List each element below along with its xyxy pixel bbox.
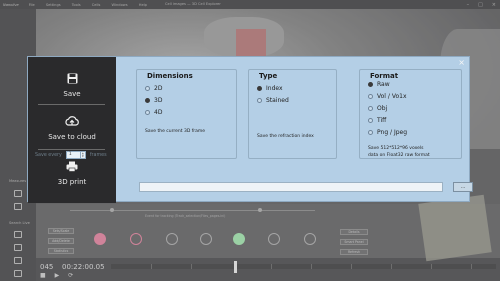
radio-4d[interactable]: 4D (145, 109, 162, 116)
type-title: Type (259, 72, 278, 80)
radio-index[interactable]: Index (257, 85, 283, 92)
save-every-label: Save every (35, 152, 62, 158)
3d-print-button[interactable]: 3D print (28, 161, 116, 186)
browse-button[interactable]: ... (453, 182, 473, 192)
format-note: Save 512*512*96 voxels data on Float32 ra… (368, 146, 430, 158)
save-path-input[interactable] (139, 182, 443, 192)
save-to-cloud-label: Save to cloud (48, 133, 96, 141)
radio-vol[interactable]: Vol / Vo1x (368, 93, 407, 100)
dimensions-group: Dimensions 2D 3D 4D Save the current 3D … (136, 69, 237, 159)
save-dialog: Save Save to cloud 3D print × Dimensions… (27, 56, 473, 203)
save-icon (28, 73, 116, 87)
save-every-stepper[interactable]: 1 ▲ ▼ (65, 151, 86, 159)
radio-png-jpeg[interactable]: Png / Jpeg (368, 129, 407, 136)
type-group: Type Index Stained Save the refraction i… (248, 69, 337, 159)
radio-obj[interactable]: Obj (368, 105, 387, 112)
stepper-arrows[interactable]: ▲ ▼ (79, 152, 85, 158)
type-note: Save the refraction index (257, 134, 314, 139)
close-icon[interactable]: × (458, 58, 465, 67)
save-every-row: Save every 1 ▲ ▼ frames (35, 151, 107, 159)
cloud-upload-icon (28, 116, 116, 130)
separator (38, 149, 105, 150)
format-title: Format (370, 72, 399, 80)
dimensions-note: Save the current 3D frame (145, 129, 206, 134)
dimensions-title: Dimensions (147, 72, 193, 80)
radio-tiff[interactable]: Tiff (368, 117, 386, 124)
radio-raw[interactable]: Raw (368, 81, 390, 88)
save-actions-panel: Save Save to cloud 3D print (28, 57, 116, 203)
radio-stained[interactable]: Stained (257, 97, 289, 104)
frames-label: frames (89, 152, 107, 158)
save-label: Save (63, 90, 81, 98)
radio-3d[interactable]: 3D (145, 97, 162, 104)
3d-print-label: 3D print (57, 178, 87, 186)
format-group: Format Raw Vol / Vo1x Obj Tiff Png / Jpe… (359, 69, 462, 159)
printer-icon (28, 161, 116, 175)
separator (38, 104, 105, 105)
radio-2d[interactable]: 2D (145, 85, 162, 92)
save-to-cloud-button[interactable]: Save to cloud (28, 116, 116, 141)
save-button[interactable]: Save (28, 73, 116, 98)
